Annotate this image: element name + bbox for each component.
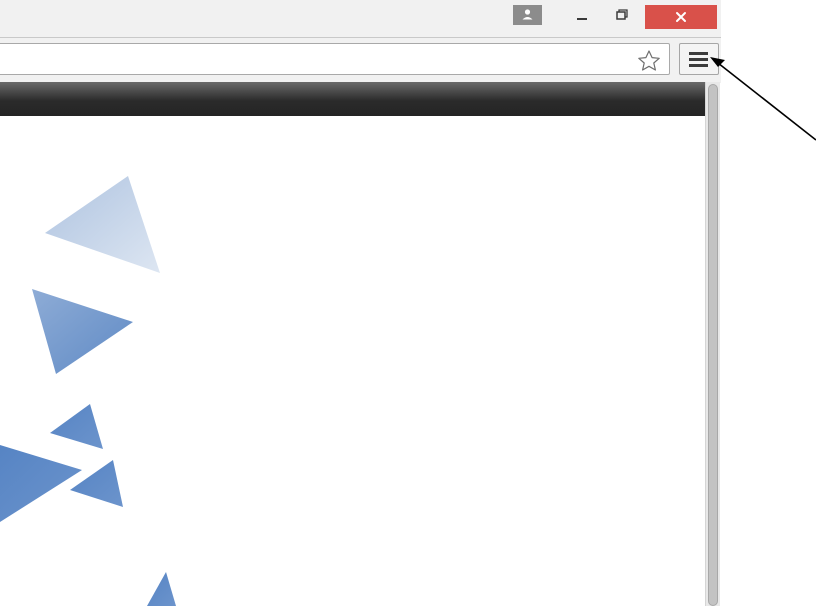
bookmark-star-button[interactable] [632,48,666,74]
minimize-icon [577,18,587,20]
triangle-shape [45,176,160,273]
close-icon [676,12,686,22]
restore-button[interactable] [608,5,634,25]
triangle-shape [32,289,133,374]
browser-toolbar [0,37,721,83]
triangle-shape [50,404,103,449]
close-button[interactable] [645,5,717,29]
page-header-bar [0,82,707,116]
annotation-arrow-icon [710,57,816,141]
address-bar[interactable] [0,43,670,75]
window-title-bar [0,0,721,37]
triangle-shape [147,572,176,606]
page-content [0,116,705,606]
minimize-button[interactable] [569,5,595,25]
triangle-shape [0,445,82,522]
triangle-shape [70,460,123,507]
profile-button[interactable] [513,5,542,25]
restore-icon [616,9,628,20]
person-icon [522,9,533,20]
scrollbar-thumb[interactable] [708,84,718,606]
star-icon [638,50,660,71]
vertical-scrollbar[interactable] [705,82,720,606]
decorative-triangles [0,176,176,606]
